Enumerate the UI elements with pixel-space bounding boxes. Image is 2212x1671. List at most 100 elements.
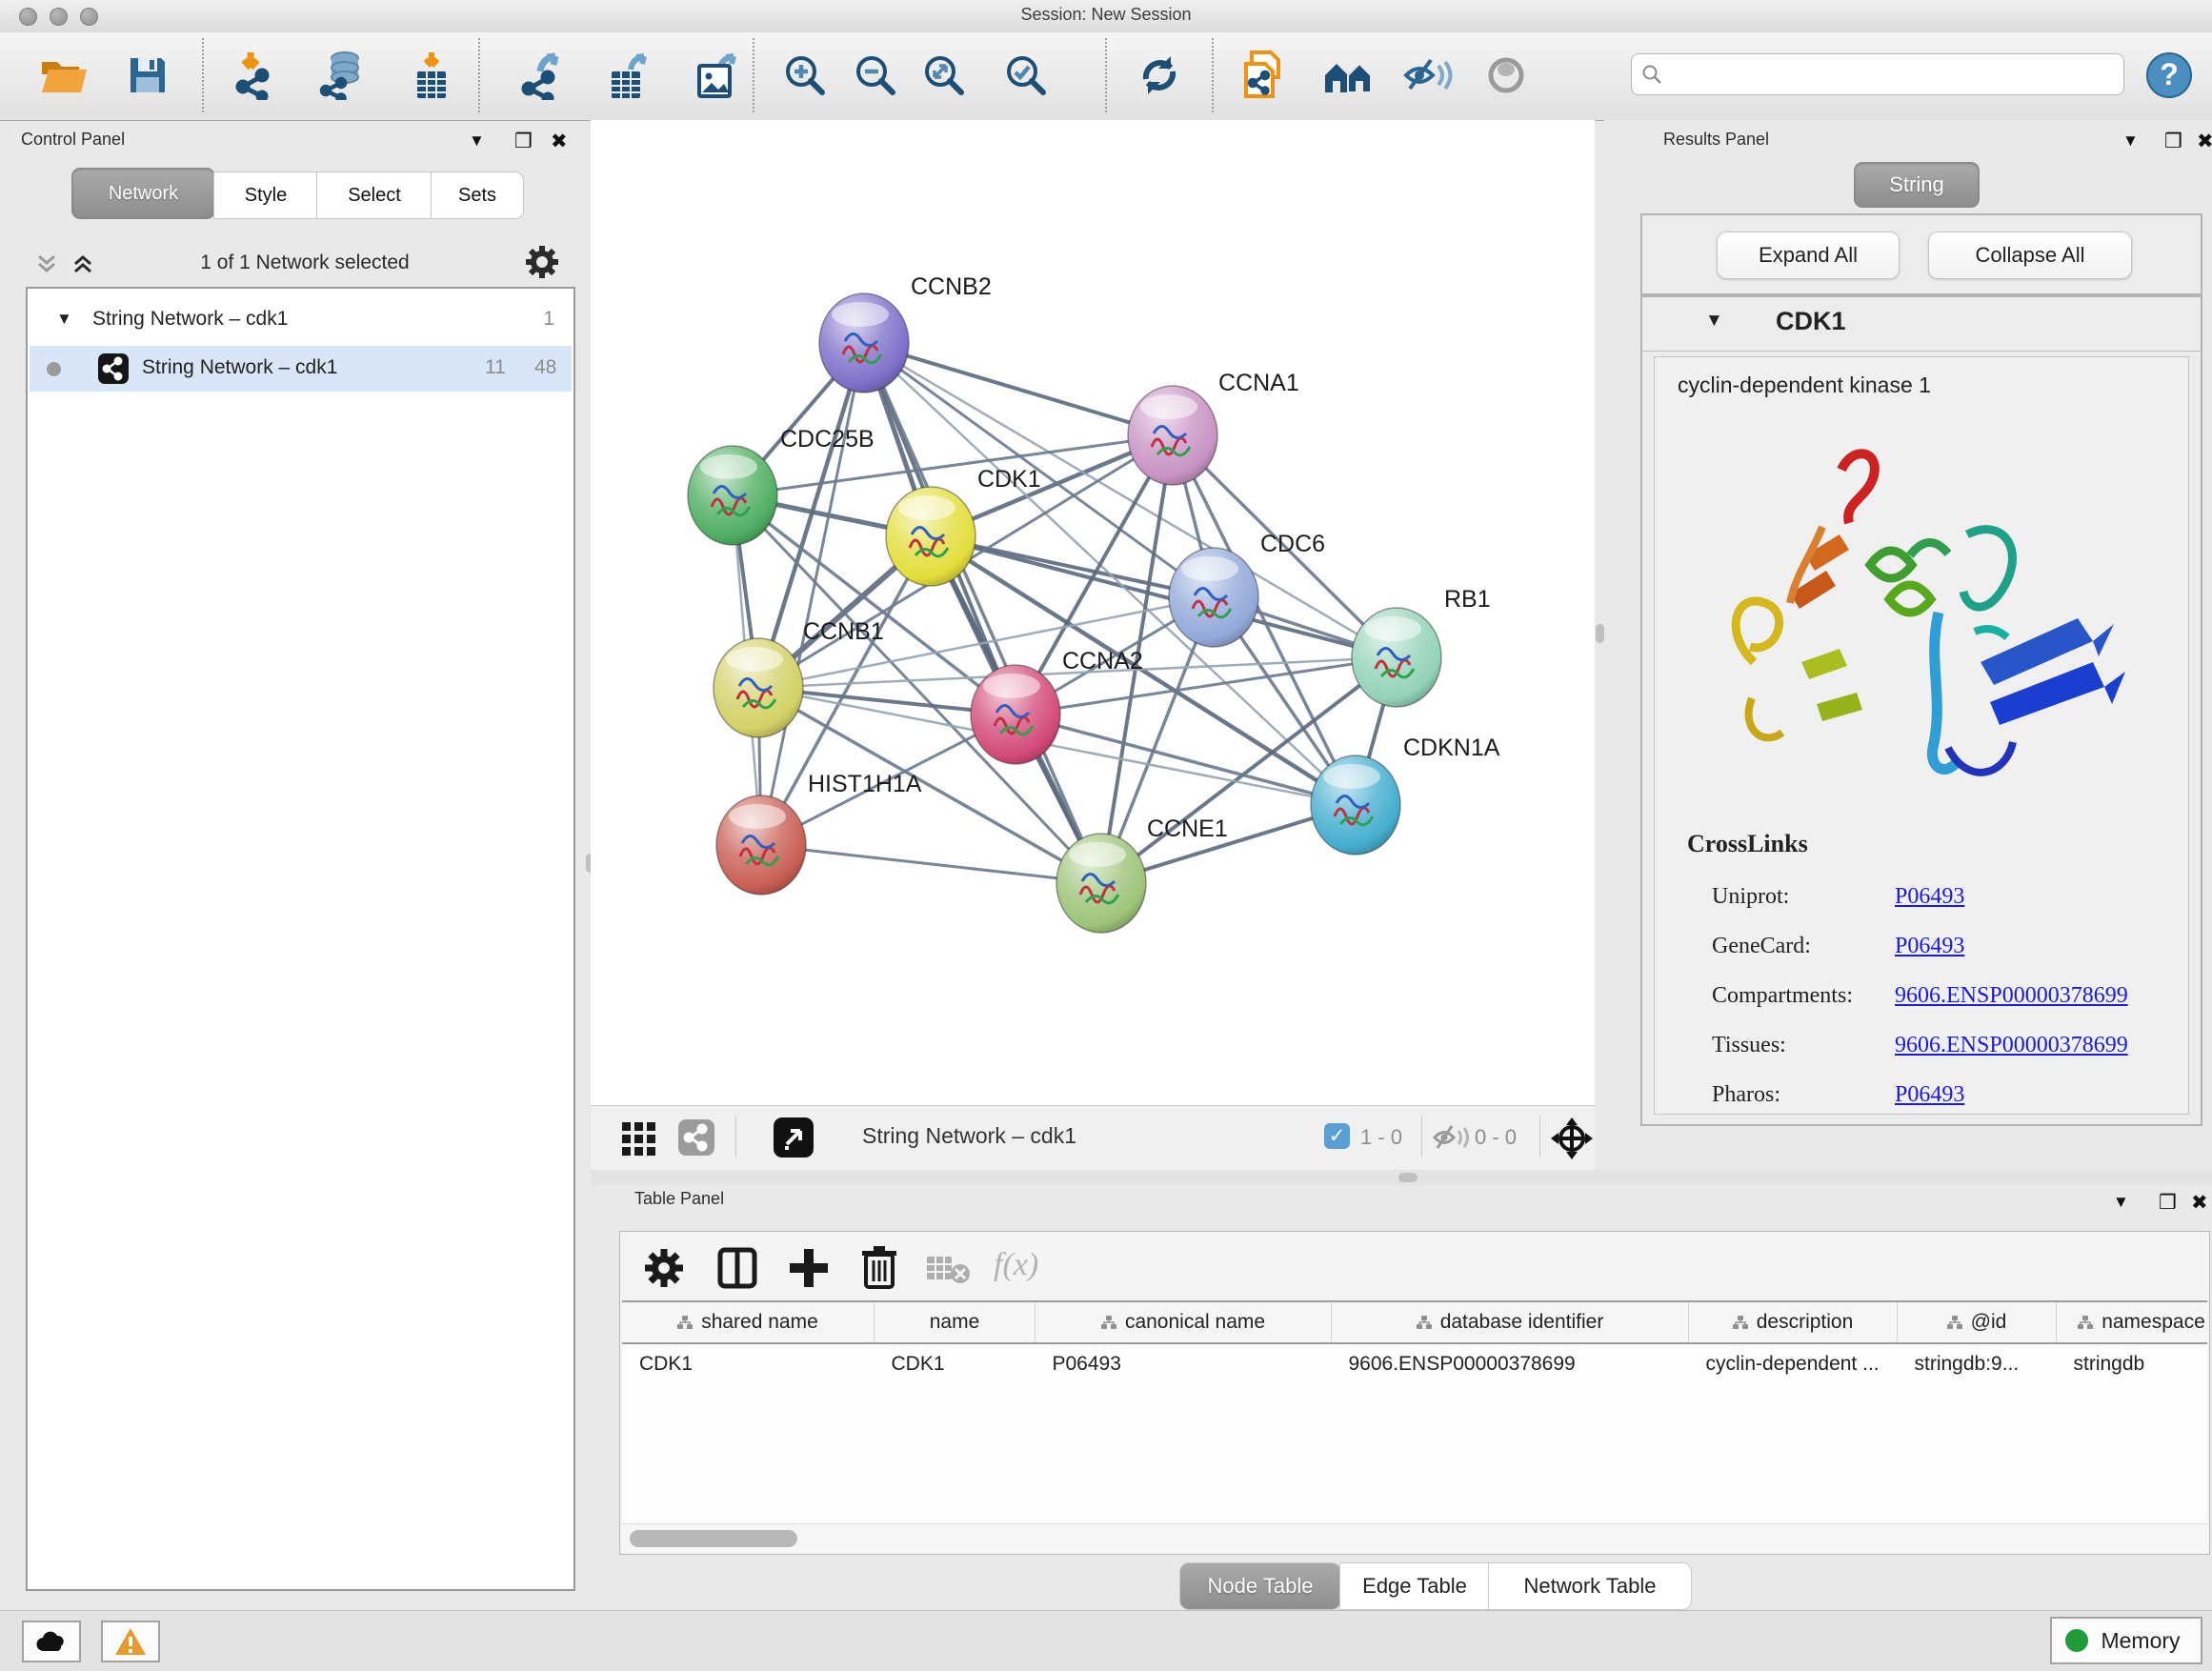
column-header-canonical-name[interactable]: canonical name bbox=[1036, 1301, 1332, 1343]
network-canvas[interactable]: CCNB2CCNA1CDC25BCDK1CDC6RB1CCNB1CCNA2CDK… bbox=[591, 120, 1595, 1105]
string-home-button[interactable] bbox=[1320, 46, 1376, 105]
table-panel-close-icon[interactable]: ✖ bbox=[2191, 1191, 2208, 1215]
render-eye-button[interactable] bbox=[1478, 46, 1534, 105]
save-session-button[interactable] bbox=[120, 46, 175, 105]
memory-button[interactable]: Memory bbox=[2050, 1617, 2202, 1664]
selected-checkbox[interactable]: ✓ bbox=[1324, 1123, 1350, 1149]
table-cell[interactable]: P06493 bbox=[1036, 1343, 1332, 1384]
results-panel-close-icon[interactable]: ✖ bbox=[2197, 130, 2212, 153]
node-table-container: shared namenamecanonical namedatabase id… bbox=[622, 1300, 2207, 1523]
genecard-link[interactable]: P06493 bbox=[1895, 921, 2128, 971]
network-share-view-icon[interactable] bbox=[678, 1119, 714, 1156]
tab-node-table[interactable]: Node Table bbox=[1179, 1562, 1341, 1610]
show-columns-icon[interactable] bbox=[717, 1247, 757, 1294]
right-splitter-handle[interactable] bbox=[1596, 624, 1604, 643]
export-table-button[interactable] bbox=[602, 46, 657, 105]
splitter-handle[interactable] bbox=[1398, 1173, 1418, 1182]
table-cell[interactable]: CDK1 bbox=[622, 1343, 875, 1384]
tab-sets[interactable]: Sets bbox=[431, 171, 524, 219]
search-input[interactable] bbox=[1670, 64, 2093, 86]
tab-network-table-label: Network Table bbox=[1524, 1574, 1657, 1599]
network-edge[interactable] bbox=[761, 845, 1101, 883]
detach-view-icon[interactable] bbox=[774, 1117, 814, 1158]
cloud-status-button[interactable] bbox=[22, 1621, 81, 1662]
zoom-out-button[interactable] bbox=[848, 46, 903, 105]
grid-view-icon[interactable] bbox=[621, 1119, 657, 1160]
column-header--id[interactable]: @id bbox=[1898, 1301, 2057, 1343]
network-tree: ▼ String Network – cdk1 1 String Network… bbox=[26, 287, 575, 1591]
control-panel-close-icon[interactable]: ✖ bbox=[551, 130, 568, 153]
column-header-description[interactable]: description bbox=[1689, 1301, 1898, 1343]
compartments-link[interactable]: 9606.ENSP00000378699 bbox=[1895, 971, 2128, 1020]
control-panel-float-icon[interactable]: ❒ bbox=[514, 130, 533, 153]
toolbar-divider bbox=[735, 1116, 736, 1158]
tissues-link[interactable]: 9606.ENSP00000378699 bbox=[1895, 1020, 2128, 1070]
results-panel-menu-icon[interactable]: ▼ bbox=[2122, 131, 2139, 151]
zoom-selected-button[interactable] bbox=[998, 46, 1054, 105]
search-field[interactable] bbox=[1631, 53, 2124, 95]
section-collapse-icon[interactable]: ▼ bbox=[1705, 311, 1723, 332]
collapse-all-button[interactable]: Collapse All bbox=[1928, 232, 2132, 279]
table-cell[interactable]: CDK1 bbox=[875, 1343, 1036, 1384]
pharos-link[interactable]: P06493 bbox=[1895, 1070, 2128, 1119]
table-row[interactable]: CDK1CDK1P064939606.ENSP00000378699cyclin… bbox=[622, 1343, 2207, 1384]
node-label-cdc6: CDC6 bbox=[1260, 531, 1325, 557]
tab-network[interactable]: Network bbox=[71, 168, 215, 219]
delete-column-trash-icon[interactable] bbox=[860, 1245, 898, 1294]
cdk1-section-header[interactable]: ▼ CDK1 bbox=[1642, 297, 2201, 352]
table-cell[interactable]: 9606.ENSP00000378699 bbox=[1332, 1343, 1689, 1384]
results-panel-float-icon[interactable]: ❒ bbox=[2164, 130, 2182, 153]
add-column-icon[interactable] bbox=[788, 1247, 830, 1294]
tab-string[interactable]: String bbox=[1854, 162, 1980, 208]
zoom-fit-button[interactable] bbox=[916, 46, 972, 105]
window-title: Session: New Session bbox=[0, 5, 2212, 25]
refresh-button[interactable] bbox=[1132, 46, 1187, 105]
network-edge[interactable] bbox=[864, 343, 1101, 883]
tab-select[interactable]: Select bbox=[316, 171, 432, 219]
import-table-button[interactable] bbox=[404, 46, 459, 105]
tree-expand-icon[interactable]: ▼ bbox=[56, 310, 72, 329]
hide-glass-button[interactable] bbox=[1400, 46, 1456, 105]
hscrollbar-thumb[interactable] bbox=[630, 1530, 797, 1547]
table-cell[interactable]: cyclin-dependent ... bbox=[1689, 1343, 1898, 1384]
clone-network-button[interactable] bbox=[1235, 46, 1290, 105]
table-panel-float-icon[interactable]: ❒ bbox=[2159, 1191, 2177, 1215]
import-network-button[interactable] bbox=[227, 46, 282, 105]
column-header-shared-name[interactable]: shared name bbox=[622, 1301, 875, 1343]
network-edge[interactable] bbox=[761, 343, 864, 845]
copy-documents-icon bbox=[1238, 49, 1286, 102]
table-settings-gear-icon[interactable] bbox=[645, 1249, 683, 1292]
table-panel-menu-icon[interactable]: ▼ bbox=[2113, 1193, 2129, 1212]
zoom-in-icon bbox=[782, 52, 828, 98]
open-session-button[interactable] bbox=[36, 46, 91, 105]
export-image-button[interactable] bbox=[690, 46, 745, 105]
network-tree-selected-row[interactable]: String Network – cdk1 11 48 bbox=[30, 346, 572, 392]
control-panel-menu-icon[interactable]: ▼ bbox=[469, 131, 485, 151]
export-network-button[interactable] bbox=[514, 46, 570, 105]
fit-content-crosshair-icon[interactable] bbox=[1549, 1116, 1595, 1166]
warning-status-button[interactable] bbox=[101, 1621, 160, 1662]
tab-style[interactable]: Style bbox=[213, 171, 318, 219]
network-edge[interactable] bbox=[864, 343, 1173, 435]
network-tree-root-row[interactable]: ▼ String Network – cdk1 1 bbox=[28, 302, 573, 344]
network-edge-count: 48 bbox=[534, 356, 556, 379]
help-button[interactable]: ? bbox=[2142, 46, 2197, 105]
table-cell[interactable]: stringdb:9... bbox=[1898, 1343, 2057, 1384]
tab-network-table[interactable]: Network Table bbox=[1488, 1562, 1692, 1610]
export-image-icon bbox=[694, 50, 741, 100]
expand-all-button[interactable]: Expand All bbox=[1717, 232, 1900, 279]
column-header-database-identifier[interactable]: database identifier bbox=[1332, 1301, 1689, 1343]
table-cell[interactable]: stringdb bbox=[2057, 1343, 2208, 1384]
uniprot-link[interactable]: P06493 bbox=[1895, 872, 2128, 921]
expand-all-networks-icon[interactable] bbox=[70, 252, 95, 281]
import-database-button[interactable] bbox=[314, 46, 370, 105]
collapse-all-networks-icon[interactable] bbox=[34, 252, 59, 281]
zoom-in-button[interactable] bbox=[777, 46, 833, 105]
tab-edge-table[interactable]: Edge Table bbox=[1339, 1562, 1490, 1610]
node-gloss bbox=[832, 302, 889, 327]
cloud-icon bbox=[35, 1630, 68, 1653]
network-options-gear-icon[interactable] bbox=[526, 246, 558, 283]
column-header-namespace[interactable]: namespace bbox=[2057, 1301, 2208, 1343]
column-header-name[interactable]: name bbox=[875, 1301, 1036, 1343]
table-hscrollbar[interactable] bbox=[622, 1523, 2207, 1553]
